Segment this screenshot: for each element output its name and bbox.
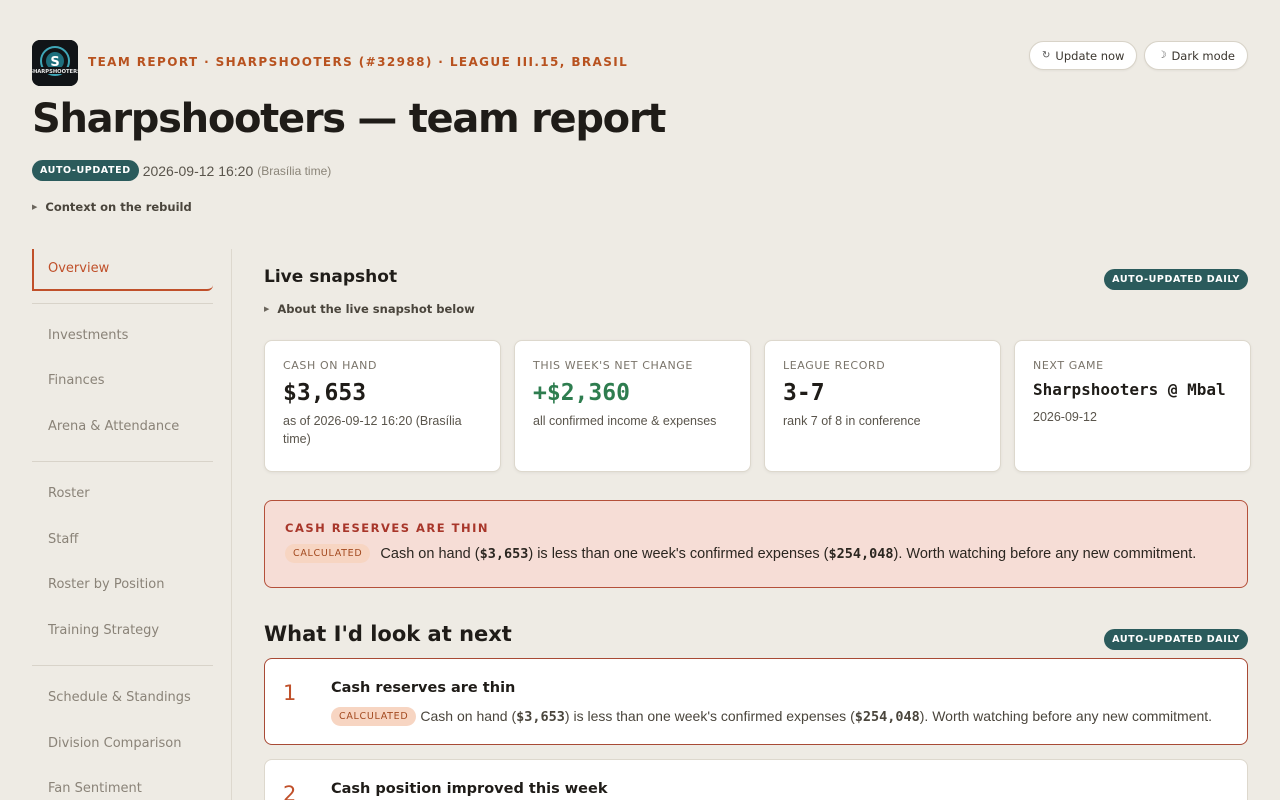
page-title: Sharpshooters — team report [32,96,666,142]
update-timezone: (Brasília time) [257,163,332,178]
context-toggle[interactable]: ▶ Context on the rebuild [32,200,192,214]
disclosure-triangle-icon: ▶ [264,305,270,313]
live-snapshot-heading: Live snapshot [264,267,398,287]
card-value: Sharpshooters @ Mbal [1033,380,1226,399]
update-timestamp: 2026-09-12 16:20 [142,162,254,179]
next-item-title: Cash position improved this week [331,781,608,797]
sidebar-divider [32,303,213,304]
disclosure-triangle-icon: ▶ [32,203,38,211]
calculated-badge: CALCULATED [331,707,417,726]
context-toggle-label: Context on the rebuild [45,200,192,214]
update-meta: AUTO-UPDATED 2026-09-12 16:20 (Brasília … [32,160,331,181]
update-now-button[interactable]: ↻ Update now [1029,41,1138,70]
card-value: +$2,360 [533,380,630,406]
league-record-card: LEAGUE RECORD 3-7 rank 7 of 8 in confere… [764,340,1001,472]
card-value: 3-7 [783,380,825,406]
svg-text:SHARPSHOOTERS: SHARPSHOOTERS [32,69,78,75]
next-item[interactable]: 1 Cash reserves are thin CALCULATED Cash… [264,658,1248,745]
sidebar-item-roster[interactable]: Roster [48,486,90,501]
sidebar-item-division-comparison[interactable]: Division Comparison [48,736,181,751]
sidebar-item-roster-by-position[interactable]: Roster by Position [48,577,164,592]
alert-title: CASH RESERVES ARE THIN [285,521,489,535]
card-subtext: as of 2026-09-12 16:20 (Brasília time) [283,414,462,446]
dark-mode-label: Dark mode [1171,48,1235,63]
next-item[interactable]: 2 Cash position improved this week [264,759,1248,800]
about-snapshot-toggle[interactable]: ▶ About the live snapshot below [264,302,475,316]
alert-text: Cash on hand ($3,653) is less than one w… [380,545,1197,562]
net-change-card: THIS WEEK'S NET CHANGE +$2,360 all confi… [514,340,751,472]
sidebar-item-investments[interactable]: Investments [48,328,128,343]
cash-value: $3,653 [516,709,565,725]
next-item-text: Cash on hand ($3,653) is less than one w… [420,708,1213,725]
report-kicker: TEAM REPORT · SHARPSHOOTERS (#32988) · L… [88,55,629,69]
dark-mode-button[interactable]: ☽ Dark mode [1144,41,1248,70]
next-item-number: 2 [283,782,297,800]
sidebar-item-staff[interactable]: Staff [48,532,78,547]
about-snapshot-label: About the live snapshot below [277,302,475,316]
next-game-card: NEXT GAME Sharpshooters @ Mbal 2026-09-1… [1014,340,1251,472]
card-label: THIS WEEK'S NET CHANGE [533,359,693,372]
next-item-number: 1 [283,681,297,705]
sidebar-item-training-strategy[interactable]: Training Strategy [48,623,159,638]
sidebar-divider [32,665,213,666]
sidebar-item-fan-sentiment[interactable]: Fan Sentiment [48,781,142,796]
sidebar-item-label: Overview [48,261,110,276]
next-auto-updated-badge: AUTO-UPDATED DAILY [1104,629,1248,650]
sidebar-divider [32,461,213,462]
card-label: LEAGUE RECORD [783,359,886,372]
refresh-icon: ↻ [1042,50,1051,61]
calculated-badge: CALCULATED [285,544,371,563]
next-item-title: Cash reserves are thin [331,680,516,696]
card-label: CASH ON HAND [283,359,378,372]
card-subtext: all confirmed income & expenses [533,414,717,428]
snapshot-cards: CASH ON HAND $3,653 as of 2026-09-12 16:… [264,340,1251,472]
sidebar-item-schedule-standings[interactable]: Schedule & Standings [48,690,191,705]
team-logo: S SHARPSHOOTERS [32,40,78,86]
cash-value: $3,653 [479,545,529,562]
update-now-label: Update now [1055,48,1125,63]
next-steps-heading: What I'd look at next [264,622,512,646]
card-value: $3,653 [283,380,367,406]
expenses-value: $254,048 [854,709,920,725]
card-subtext: 2026-09-12 [1033,410,1097,424]
auto-updated-badge: AUTO-UPDATED [32,160,139,181]
sidebar-divider-vertical [231,249,232,800]
card-label: NEXT GAME [1033,359,1104,372]
expenses-value: $254,048 [828,545,894,562]
sidebar-item-arena-attendance[interactable]: Arena & Attendance [48,419,179,434]
sidebar-item-finances[interactable]: Finances [48,373,105,388]
sidebar-item-overview[interactable]: Overview [32,249,213,291]
card-subtext: rank 7 of 8 in conference [783,414,921,428]
cash-reserves-alert: CASH RESERVES ARE THIN CALCULATED Cash o… [264,500,1248,588]
snapshot-auto-updated-badge: AUTO-UPDATED DAILY [1104,269,1248,290]
cash-on-hand-card: CASH ON HAND $3,653 as of 2026-09-12 16:… [264,340,501,472]
moon-icon: ☽ [1157,50,1167,61]
